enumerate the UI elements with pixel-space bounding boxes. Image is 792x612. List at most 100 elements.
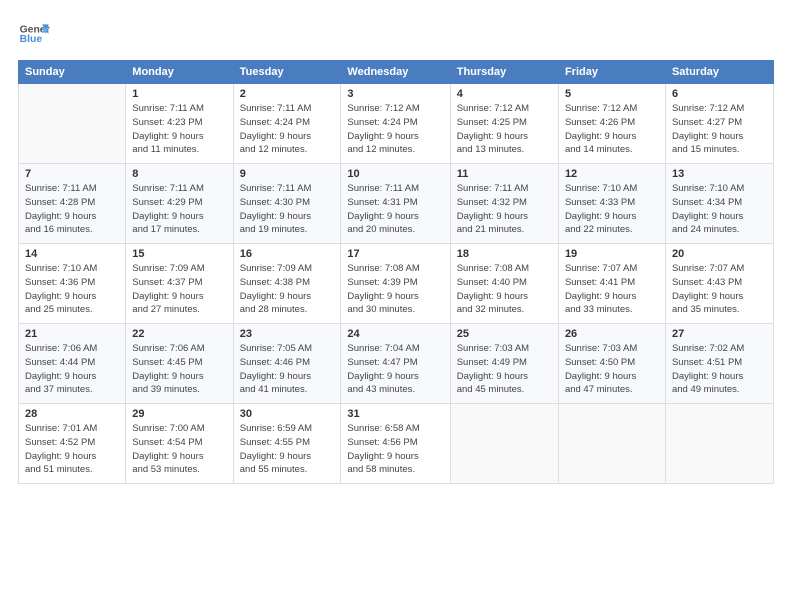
calendar-cell: 23Sunrise: 7:05 AM Sunset: 4:46 PM Dayli… [233,324,341,404]
day-info: Sunrise: 7:06 AM Sunset: 4:44 PM Dayligh… [25,342,119,397]
page-header: General Blue [18,18,774,50]
calendar-cell: 8 Sunrise: 7:11 AM Sunset: 4:29 PM Daylig… [126,164,233,244]
day-number: 28 [25,408,119,420]
calendar-cell: 15 Sunrise: 7:09 AM Sunset: 4:37 PM Dayli… [126,244,233,324]
svg-text:Blue: Blue [20,34,43,45]
day-number: 4 [457,88,552,100]
day-info: Sunrise: 7:09 AM Sunset: 4:37 PM Dayligh… [132,262,226,317]
calendar-cell: 12 Sunrise: 7:10 AM Sunset: 4:33 PM Dayli… [558,164,665,244]
calendar-cell: 20 Sunrise: 7:07 AM Sunset: 4:43 PM Dayli… [665,244,773,324]
calendar-cell: 16Sunrise: 7:09 AM Sunset: 4:38 PM Dayli… [233,244,341,324]
calendar-cell: 4 Sunrise: 7:12 AM Sunset: 4:25 PM Daylig… [450,84,558,164]
day-info: Sunrise: 7:10 AM Sunset: 4:33 PM Dayligh… [565,182,659,237]
day-number: 1 [132,88,226,100]
calendar-cell: 17 Sunrise: 7:08 AM Sunset: 4:39 PM Dayli… [341,244,450,324]
calendar-cell: 7 Sunrise: 7:11 AM Sunset: 4:28 PM Daylig… [19,164,126,244]
calendar-cell: 22 Sunrise: 7:06 AM Sunset: 4:45 PM Dayli… [126,324,233,404]
day-info: Sunrise: 7:11 AM Sunset: 4:24 PM Dayligh… [240,102,335,157]
day-number: 3 [347,88,443,100]
calendar-cell: 29 Sunrise: 7:00 AM Sunset: 4:54 PM Dayli… [126,404,233,484]
day-number: 9 [240,168,335,180]
calendar-header-friday: Friday [558,61,665,84]
calendar-cell: 1Sunrise: 7:11 AM Sunset: 4:23 PM Daylig… [126,84,233,164]
day-info: Sunrise: 7:11 AM Sunset: 4:32 PM Dayligh… [457,182,552,237]
day-number: 18 [457,248,552,260]
calendar-cell: 18 Sunrise: 7:08 AM Sunset: 4:40 PM Dayli… [450,244,558,324]
day-number: 27 [672,328,767,340]
calendar-cell: 6 Sunrise: 7:12 AM Sunset: 4:27 PM Daylig… [665,84,773,164]
day-number: 7 [25,168,119,180]
logo-icon: General Blue [18,18,50,50]
calendar-header-saturday: Saturday [665,61,773,84]
day-number: 21 [25,328,119,340]
calendar-cell: 30 Sunrise: 6:59 AM Sunset: 4:55 PM Dayli… [233,404,341,484]
day-number: 19 [565,248,659,260]
day-info: Sunrise: 7:00 AM Sunset: 4:54 PM Dayligh… [132,422,226,477]
calendar-header-tuesday: Tuesday [233,61,341,84]
day-number: 25 [457,328,552,340]
calendar-cell: 31Sunrise: 6:58 AM Sunset: 4:56 PM Dayli… [341,404,450,484]
calendar-week-2: 7 Sunrise: 7:11 AM Sunset: 4:28 PM Daylig… [19,164,774,244]
calendar-cell: 19Sunrise: 7:07 AM Sunset: 4:41 PM Dayli… [558,244,665,324]
calendar-cell [665,404,773,484]
calendar-cell: 9 Sunrise: 7:11 AM Sunset: 4:30 PM Daylig… [233,164,341,244]
day-info: Sunrise: 7:11 AM Sunset: 4:29 PM Dayligh… [132,182,226,237]
calendar-cell: 10 Sunrise: 7:11 AM Sunset: 4:31 PM Dayli… [341,164,450,244]
calendar-week-1: 1Sunrise: 7:11 AM Sunset: 4:23 PM Daylig… [19,84,774,164]
day-number: 20 [672,248,767,260]
calendar-cell: 11Sunrise: 7:11 AM Sunset: 4:32 PM Dayli… [450,164,558,244]
calendar-cell [19,84,126,164]
calendar-header-monday: Monday [126,61,233,84]
day-number: 26 [565,328,659,340]
calendar-cell: 26 Sunrise: 7:03 AM Sunset: 4:50 PM Dayli… [558,324,665,404]
day-number: 30 [240,408,335,420]
day-number: 8 [132,168,226,180]
day-number: 10 [347,168,443,180]
day-number: 6 [672,88,767,100]
day-info: Sunrise: 7:06 AM Sunset: 4:45 PM Dayligh… [132,342,226,397]
day-info: Sunrise: 7:01 AM Sunset: 4:52 PM Dayligh… [25,422,119,477]
day-info: Sunrise: 7:04 AM Sunset: 4:47 PM Dayligh… [347,342,443,397]
calendar-cell: 14 Sunrise: 7:10 AM Sunset: 4:36 PM Dayli… [19,244,126,324]
calendar-body: 1Sunrise: 7:11 AM Sunset: 4:23 PM Daylig… [19,84,774,484]
day-number: 31 [347,408,443,420]
day-number: 13 [672,168,767,180]
calendar-cell: 3 Sunrise: 7:12 AM Sunset: 4:24 PM Daylig… [341,84,450,164]
day-info: Sunrise: 7:02 AM Sunset: 4:51 PM Dayligh… [672,342,767,397]
day-number: 12 [565,168,659,180]
day-number: 5 [565,88,659,100]
day-number: 22 [132,328,226,340]
day-info: Sunrise: 7:12 AM Sunset: 4:24 PM Dayligh… [347,102,443,157]
day-info: Sunrise: 7:11 AM Sunset: 4:28 PM Dayligh… [25,182,119,237]
logo: General Blue [18,18,50,50]
day-number: 29 [132,408,226,420]
day-info: Sunrise: 7:09 AM Sunset: 4:38 PM Dayligh… [240,262,335,317]
day-info: Sunrise: 7:03 AM Sunset: 4:50 PM Dayligh… [565,342,659,397]
calendar-cell [450,404,558,484]
day-info: Sunrise: 7:11 AM Sunset: 4:30 PM Dayligh… [240,182,335,237]
calendar-cell: 21 Sunrise: 7:06 AM Sunset: 4:44 PM Dayli… [19,324,126,404]
day-number: 17 [347,248,443,260]
calendar-cell: 2Sunrise: 7:11 AM Sunset: 4:24 PM Daylig… [233,84,341,164]
calendar-cell: 24 Sunrise: 7:04 AM Sunset: 4:47 PM Dayli… [341,324,450,404]
day-info: Sunrise: 7:08 AM Sunset: 4:39 PM Dayligh… [347,262,443,317]
day-info: Sunrise: 7:11 AM Sunset: 4:31 PM Dayligh… [347,182,443,237]
day-number: 15 [132,248,226,260]
day-number: 24 [347,328,443,340]
calendar-week-4: 21 Sunrise: 7:06 AM Sunset: 4:44 PM Dayli… [19,324,774,404]
calendar-cell: 27 Sunrise: 7:02 AM Sunset: 4:51 PM Dayli… [665,324,773,404]
day-info: Sunrise: 7:10 AM Sunset: 4:36 PM Dayligh… [25,262,119,317]
calendar-header-wednesday: Wednesday [341,61,450,84]
day-number: 14 [25,248,119,260]
day-info: Sunrise: 6:59 AM Sunset: 4:55 PM Dayligh… [240,422,335,477]
day-info: Sunrise: 7:08 AM Sunset: 4:40 PM Dayligh… [457,262,552,317]
calendar-week-3: 14 Sunrise: 7:10 AM Sunset: 4:36 PM Dayli… [19,244,774,324]
day-info: Sunrise: 7:12 AM Sunset: 4:27 PM Dayligh… [672,102,767,157]
day-info: Sunrise: 7:10 AM Sunset: 4:34 PM Dayligh… [672,182,767,237]
day-info: Sunrise: 7:12 AM Sunset: 4:25 PM Dayligh… [457,102,552,157]
calendar-cell [558,404,665,484]
day-info: Sunrise: 7:12 AM Sunset: 4:26 PM Dayligh… [565,102,659,157]
calendar-header-row: SundayMondayTuesdayWednesdayThursdayFrid… [19,61,774,84]
day-info: Sunrise: 7:05 AM Sunset: 4:46 PM Dayligh… [240,342,335,397]
day-info: Sunrise: 7:07 AM Sunset: 4:43 PM Dayligh… [672,262,767,317]
